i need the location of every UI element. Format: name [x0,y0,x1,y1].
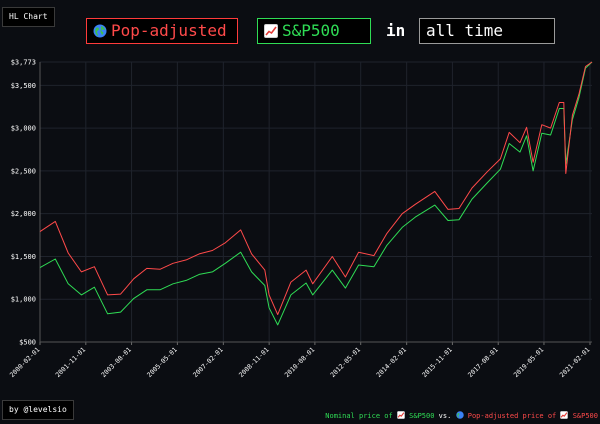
price-chart: $500 $1,000 $1,500 $2,000 $2,500 $3,000 $3,500… [8,59,593,379]
chart-increasing-icon [397,411,405,419]
x-tick-label: 2019-05-01 [512,346,545,379]
y-tick-label: $3,773 [11,59,36,67]
x-tick-label: 2014-02-01 [375,346,408,379]
y-tick-label: $1,500 [11,253,36,261]
x-tick-label: 2012-05-01 [329,346,362,379]
y-tick-label: $3,000 [11,125,36,133]
chart-increasing-icon [560,411,569,419]
legend-adjusted-prefix: Pop-adjusted price of [467,412,557,420]
y-tick-label: $3,500 [11,82,36,90]
legend-asset-2: S&P500 [572,412,598,420]
legend-vs: vs. [438,412,452,420]
x-tick-label: 2015-11-01 [420,346,453,379]
x-tick-label: 2000-02-01 [8,346,41,379]
y-tick-label: $500 [19,339,36,347]
y-tick-label: $1,000 [11,296,36,304]
globe-icon [455,411,464,419]
x-tick-label: 2001-11-01 [54,346,87,379]
chart-legend: Nominal price of S&P500 vs. Pop-adjusted… [325,411,598,420]
y-tick-label: $2,000 [11,210,36,218]
y-tick-label: $2,500 [11,167,36,175]
x-tick-label: 2008-11-01 [237,346,270,379]
x-tick-label: 2003-08-01 [100,346,133,379]
x-tick-label: 2017-08-01 [466,346,499,379]
x-tick-label: 2021-02-01 [558,346,591,379]
credit-label[interactable]: by @levelsio [2,400,74,420]
legend-nominal-prefix: Nominal price of [325,412,393,420]
legend-asset: S&P500 [409,412,435,420]
x-tick-label: 2005-05-01 [145,346,178,379]
pop-adjusted-price-line [39,61,593,316]
x-tick-label: 2010-08-01 [283,346,316,379]
nominal-price-line [39,61,593,326]
x-tick-label: 2007-02-01 [191,346,224,379]
